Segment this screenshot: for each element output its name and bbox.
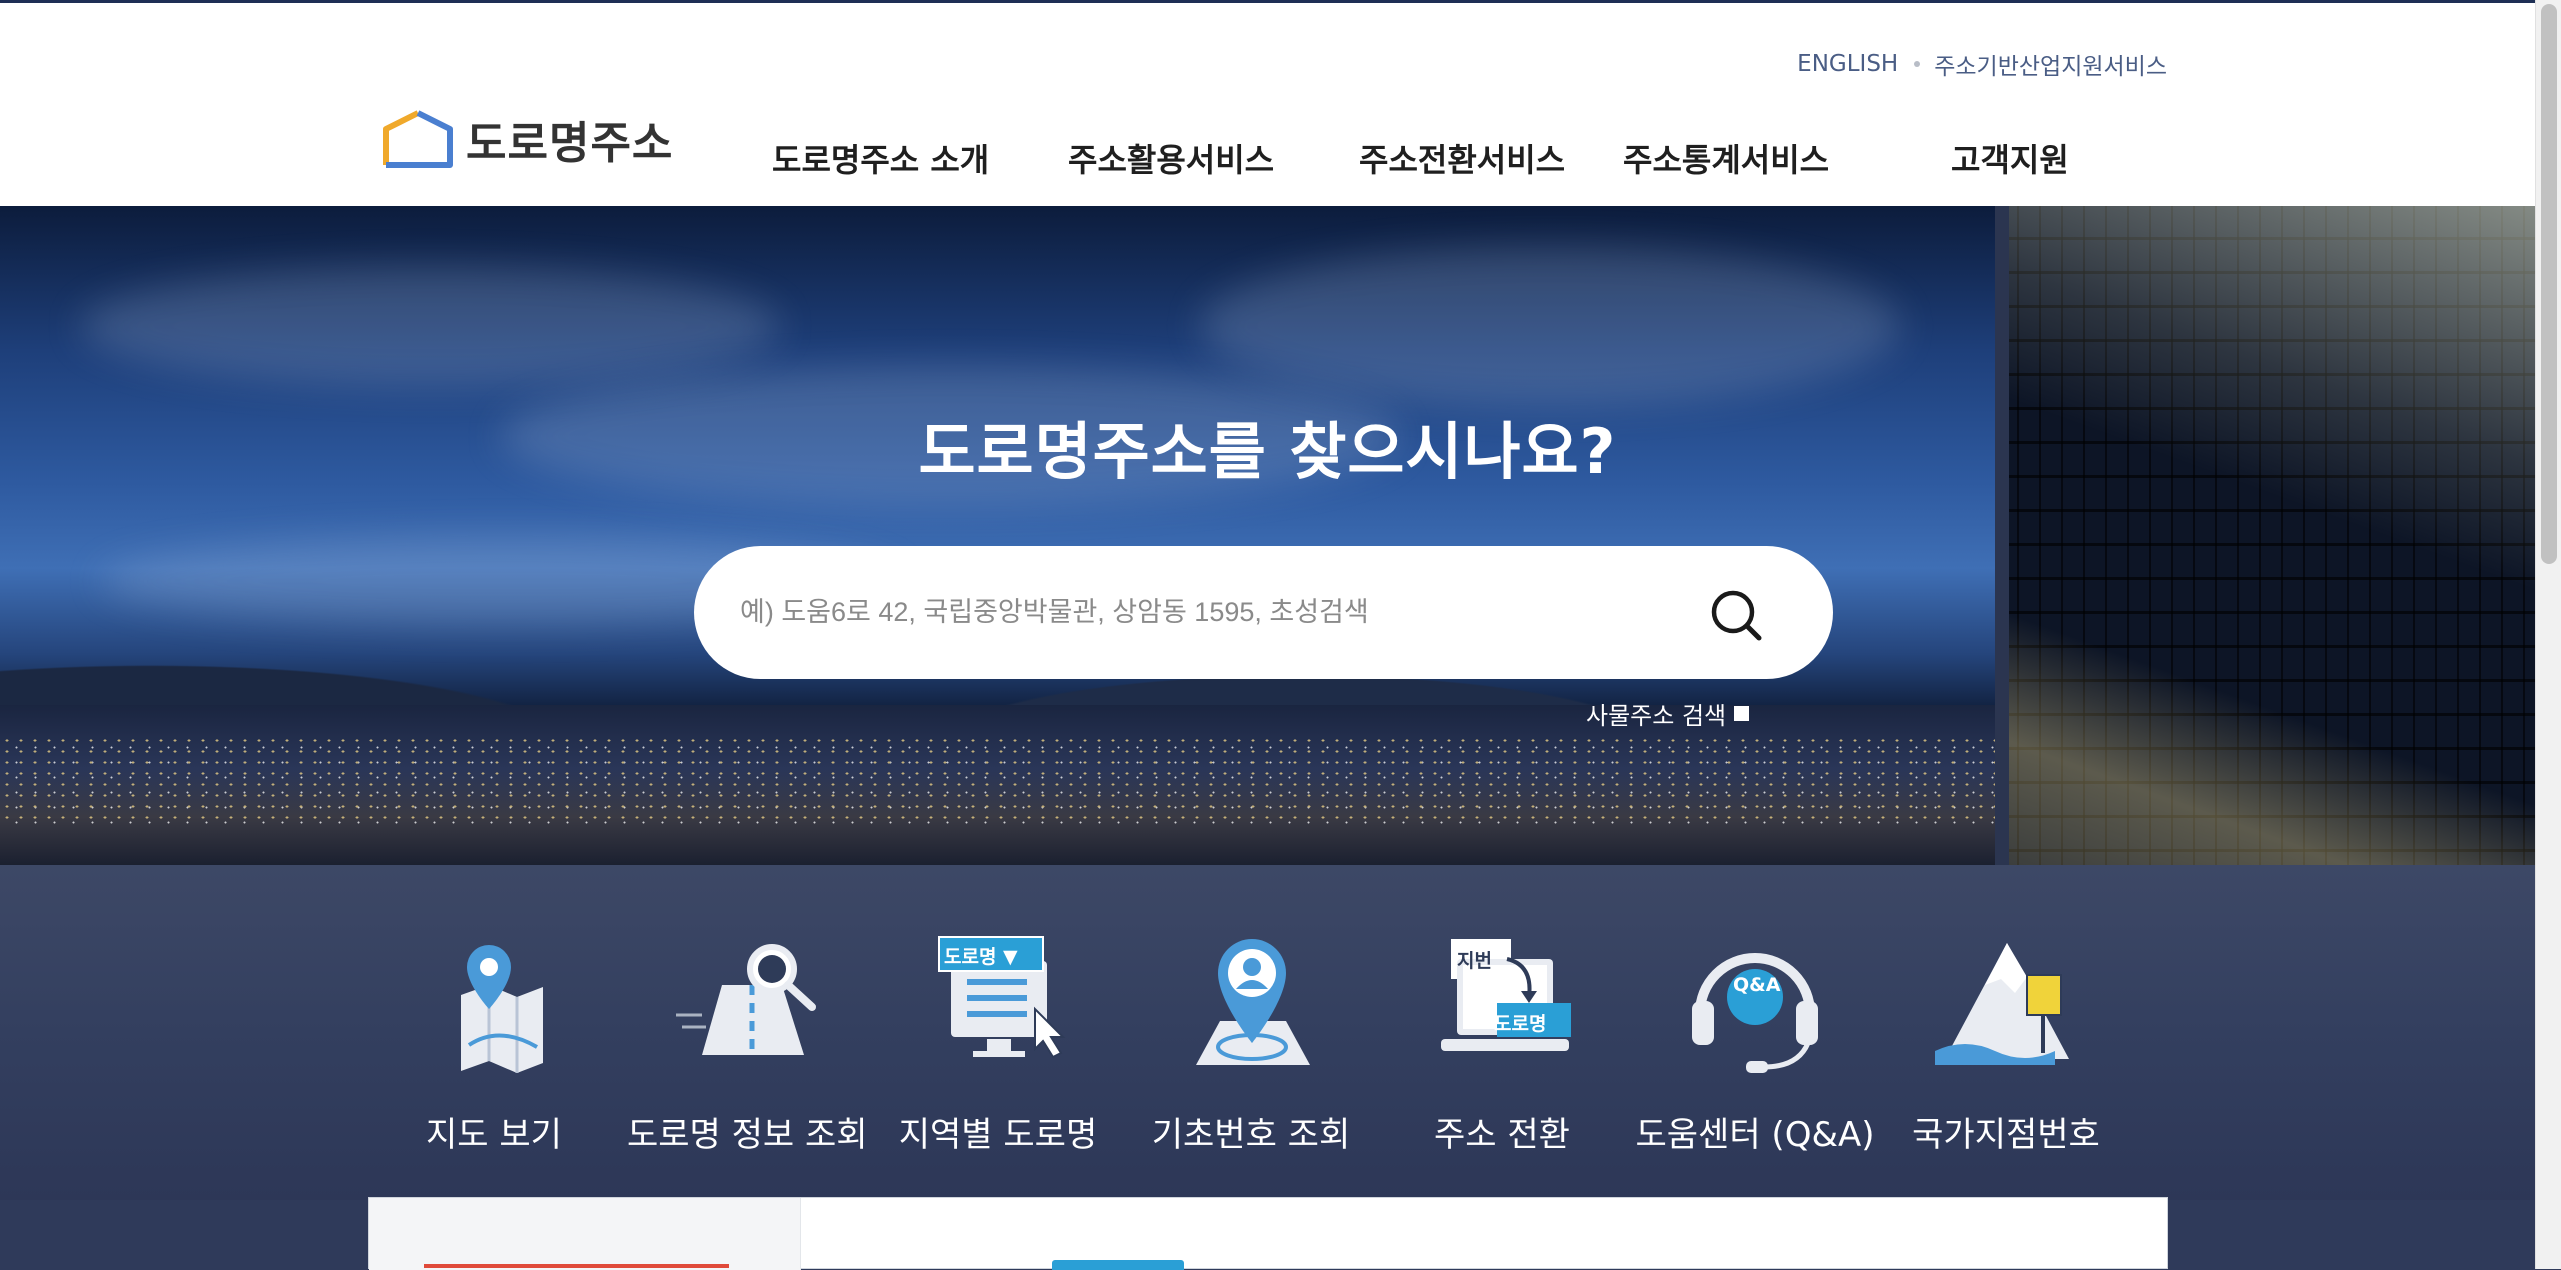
nav-item-intro[interactable]: 도로명주소 소개 [772,135,989,181]
quick-label: 기초번호 조회 [1151,1115,1351,1155]
jibun-text: 지번 [1457,950,1492,972]
quick-label: 주소 전환 [1434,1115,1570,1155]
nav-item-support[interactable]: 고객지원 [1951,135,2069,181]
hero-title: 도로명주소를 찾으시나요? [918,415,1617,488]
site-header: ENGLISH 주소기반산업지원서비스 도로명주소 도로명주소 소개 주소활용서… [0,3,2535,206]
page-scrollbar[interactable] [2535,0,2561,1269]
nav-item-conversion[interactable]: 주소전환서비스 [1359,135,1565,181]
thing-search-checkbox[interactable] [1734,706,1750,721]
quick-item-base-number[interactable]: 기초번호 조회 [1131,935,1371,1156]
road-info-search-icon [676,944,816,1055]
quick-label: 도움센터 (Q&A) [1635,1115,1875,1155]
nav-item-utilization[interactable]: 주소활용서비스 [1068,135,1274,181]
content-panel [368,1197,2168,1270]
doro-text: 도로명 [1494,1013,1547,1035]
quick-item-road-info[interactable]: 도로명 정보 조회 [627,935,868,1156]
content-panel-left [369,1198,801,1270]
base-number-location-icon [1196,939,1310,1065]
search-icon[interactable] [1709,588,1763,642]
scrollbar-thumb[interactable] [2541,4,2557,564]
address-search-input[interactable] [740,546,1700,679]
thing-search-label: 사물주소 검색 [1586,702,1727,730]
industry-support-link[interactable]: 주소기반산업지원서비스 [1934,47,2167,81]
map-pin-icon [461,945,543,1073]
qa-text: Q&A [1733,974,1781,996]
thing-address-search-toggle[interactable]: 사물주소 검색 [1586,696,1750,731]
quick-label: 국가지점번호 [1912,1115,2100,1155]
quick-item-help-center[interactable]: Q&A 도움센터 (Q&A) [1635,935,1875,1156]
headset-qa-icon [1692,953,1818,1073]
utility-links: ENGLISH 주소기반산업지원서비스 [1797,47,2167,81]
quick-label: 지도 보기 [426,1115,562,1155]
separator-dot [1914,61,1921,67]
quick-item-regional-road[interactable]: 도로명 ▼ 지역별 도로명 [878,935,1118,1156]
quick-menu: 지도 보기 도로명 정보 조회 도로명 ▼ 지역별 도로명 기초번호 조회 지번… [0,865,2535,1200]
cloud-shape [1200,246,1900,406]
address-conversion-icon [1441,939,1571,1051]
main-navigation: 도로명주소 소개 주소활용서비스 주소전환서비스 주소통계서비스 고객지원 [0,135,2535,179]
english-link[interactable]: ENGLISH [1797,51,1898,77]
quick-item-national-point[interactable]: 국가지점번호 [1886,935,2126,1156]
quick-item-address-conversion[interactable]: 지번 도로명 주소 전환 [1382,935,1622,1156]
office-building [1995,206,2535,865]
quick-item-map[interactable]: 지도 보기 [374,935,614,1156]
search-box [694,546,1833,679]
hero-banner: 도로명주소를 찾으시나요? 사물주소 검색 [0,206,2535,865]
quick-label: 지역별 도로명 [898,1115,1098,1155]
road-badge-text: 도로명 ▼ [944,946,1018,968]
mountain-sign-icon [1935,943,2069,1065]
nav-item-statistics[interactable]: 주소통계서비스 [1623,135,1829,181]
cloud-shape [80,266,780,386]
panel-red-tab-bar [424,1264,729,1268]
quick-label: 도로명 정보 조회 [627,1115,868,1155]
